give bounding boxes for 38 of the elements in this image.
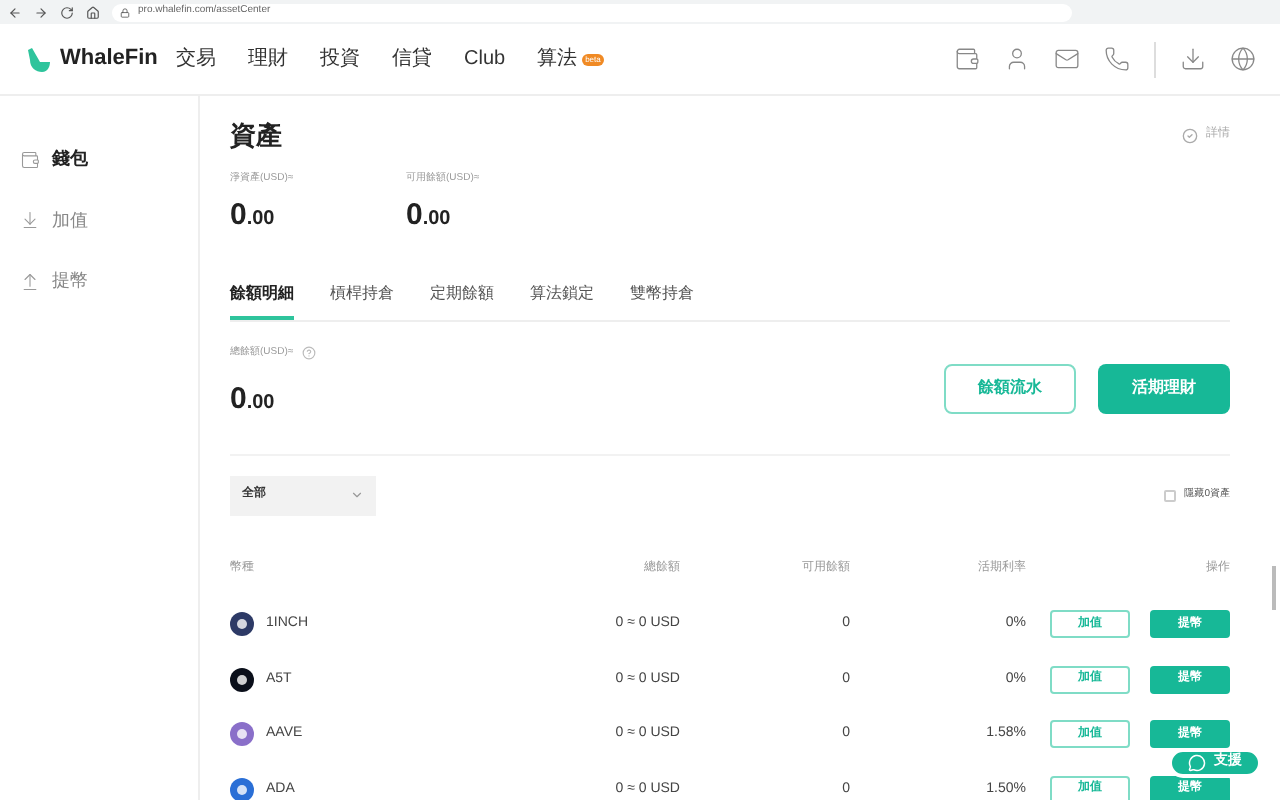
phone-icon[interactable] — [1104, 46, 1130, 72]
user-icon[interactable] — [1004, 46, 1030, 72]
sidebar-item[interactable]: 錢包 — [20, 146, 198, 173]
hide-zero-checkbox[interactable] — [1164, 489, 1177, 501]
sidebar-item[interactable]: 加值 — [20, 207, 198, 234]
whale-logo-icon — [24, 45, 52, 73]
tab[interactable]: 槓桿持倉 — [330, 282, 394, 320]
tab[interactable]: 算法鎖定 — [530, 282, 594, 320]
tab[interactable]: 雙幣持倉 — [630, 282, 694, 320]
back-icon[interactable] — [8, 5, 22, 19]
chat-icon — [1188, 754, 1206, 772]
tab[interactable]: 定期餘額 — [430, 282, 494, 320]
summary-value: 0.00 — [230, 200, 277, 230]
check-icon — [1182, 127, 1198, 144]
globe-icon[interactable] — [1230, 46, 1256, 72]
nav-link[interactable]: 交易 — [176, 44, 216, 74]
mail-icon[interactable] — [1054, 46, 1080, 72]
download-icon[interactable] — [1180, 46, 1206, 72]
summary-value: 0.00 — [406, 200, 453, 230]
nav-link[interactable]: 理財 — [248, 44, 288, 74]
deposit-icon — [20, 210, 40, 231]
chevron-icon — [350, 488, 364, 502]
lock-icon — [120, 7, 130, 17]
nav-link[interactable]: Club — [464, 44, 506, 74]
reload-icon[interactable] — [60, 5, 74, 19]
home-icon[interactable] — [86, 5, 100, 19]
logo-text: WhaleFin — [60, 44, 158, 75]
balance-value: 0.00 — [230, 383, 277, 413]
nav-link[interactable]: 投資 — [320, 44, 360, 74]
wallet-icon — [20, 149, 40, 170]
sidebar-item[interactable]: 提幣 — [20, 268, 198, 295]
wallet-icon[interactable] — [954, 46, 980, 72]
help-icon[interactable] — [301, 346, 316, 361]
tab[interactable]: 餘額明細 — [230, 282, 294, 320]
forward-icon[interactable] — [34, 5, 48, 19]
page-title: 資產 — [230, 118, 282, 154]
withdraw-icon — [20, 271, 40, 292]
nav-link[interactable]: 信貸 — [392, 44, 432, 74]
